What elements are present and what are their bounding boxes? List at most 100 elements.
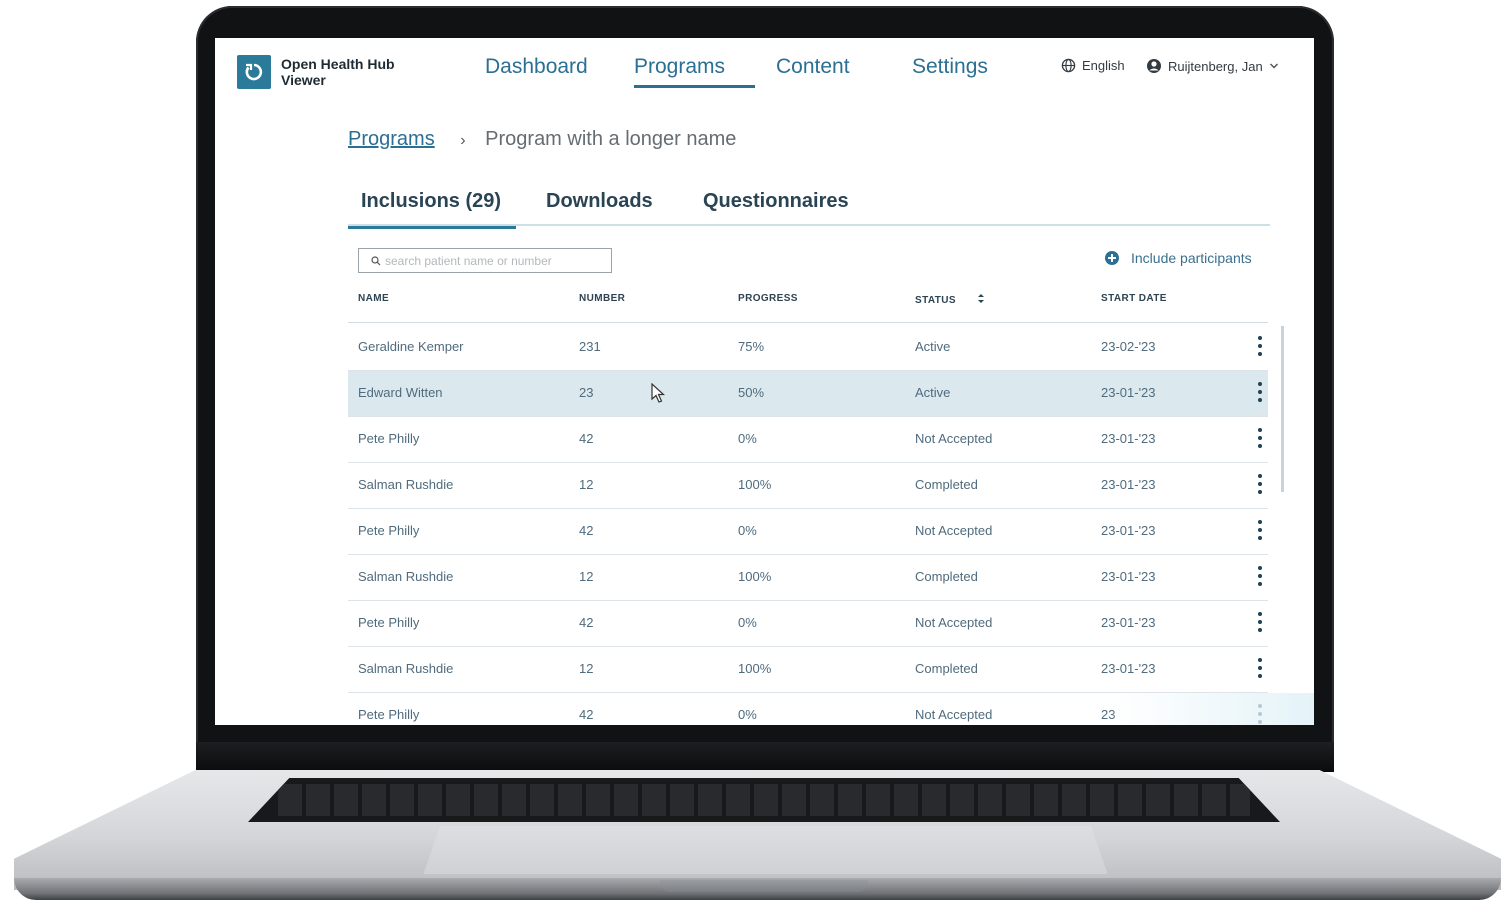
user-circle-icon: [1147, 59, 1161, 73]
breadcrumb-separator: ›: [460, 132, 466, 149]
column-header-number[interactable]: NUMBER: [579, 293, 625, 304]
kebab-menu-icon[interactable]: [1257, 520, 1263, 544]
kebab-menu-icon[interactable]: [1257, 382, 1263, 406]
cell-status: Completed: [915, 569, 978, 584]
user-name: Ruijtenberg, Jan: [1168, 58, 1263, 74]
table-row[interactable]: Salman Rushdie 12 100% Completed 23-01-'23: [348, 463, 1268, 509]
cell-number: 23: [579, 385, 594, 400]
column-header-start-date[interactable]: START DATE: [1101, 293, 1167, 304]
kebab-menu-icon[interactable]: [1257, 658, 1263, 682]
search-icon: [371, 255, 381, 265]
cell-status: Active: [915, 385, 951, 400]
kebab-menu-icon[interactable]: [1257, 428, 1263, 452]
globe-icon: [1061, 58, 1076, 73]
cell-name: Salman Rushdie: [358, 477, 454, 492]
cell-progress: 100%: [738, 661, 772, 676]
kebab-menu-icon[interactable]: [1257, 566, 1263, 590]
program-tabs: Inclusions (29) Downloads Questionnaires: [347, 188, 1270, 229]
cell-start: 23-01-'23: [1101, 523, 1156, 538]
column-header-name[interactable]: NAME: [358, 293, 389, 304]
table-row[interactable]: Salman Rushdie 12 100% Completed 23-01-'23: [348, 647, 1268, 693]
breadcrumb-programs-link[interactable]: Programs: [348, 128, 435, 150]
refresh-circle-icon[interactable]: [237, 55, 271, 89]
include-participants-button[interactable]: Include participants: [1105, 250, 1252, 266]
cell-progress: 0%: [738, 707, 757, 722]
nav-content[interactable]: Content: [776, 55, 850, 79]
cell-name: Edward Witten: [358, 385, 443, 400]
cell-status: Active: [915, 339, 951, 354]
breadcrumb: Programs › Program with a longer name: [348, 128, 736, 151]
cell-start: 23-01-'23: [1101, 661, 1156, 676]
column-header-status-label: STATUS: [915, 295, 956, 306]
cell-number: 42: [579, 615, 594, 630]
screen-fade-overlay: [1113, 693, 1314, 725]
column-header-status[interactable]: STATUS: [915, 293, 985, 306]
tab-questionnaires[interactable]: Questionnaires: [703, 190, 849, 213]
column-header-progress[interactable]: PROGRESS: [738, 293, 798, 304]
language-label: English: [1082, 58, 1125, 73]
cell-number: 12: [579, 661, 594, 676]
plus-circle-icon: [1105, 251, 1119, 265]
cell-start: 23-01-'23: [1101, 615, 1156, 630]
table-row[interactable]: Pete Philly 42 0% Not Accepted 23-01-'23: [348, 417, 1268, 463]
cell-name: Pete Philly: [358, 523, 420, 538]
nav-settings[interactable]: Settings: [912, 55, 988, 79]
cell-number: 12: [579, 477, 594, 492]
cell-progress: 100%: [738, 569, 772, 584]
cell-name: Salman Rushdie: [358, 569, 454, 584]
cell-number: 42: [579, 431, 594, 446]
cell-progress: 0%: [738, 431, 757, 446]
tab-inclusions[interactable]: Inclusions (29): [347, 190, 517, 229]
kebab-menu-icon[interactable]: [1257, 336, 1263, 360]
tab-downloads[interactable]: Downloads: [546, 190, 653, 213]
breadcrumb-current: Program with a longer name: [485, 128, 737, 150]
table-row[interactable]: Geraldine Kemper 231 75% Active 23-02-'23: [348, 325, 1268, 371]
laptop-bezel-chin: [196, 742, 1334, 772]
table-row[interactable]: Salman Rushdie 12 100% Completed 23-01-'23: [348, 555, 1268, 601]
include-participants-label: Include participants: [1131, 250, 1252, 266]
app-screen: Open Health Hub Viewer Dashboard Program…: [215, 38, 1314, 725]
cell-number: 42: [579, 707, 594, 722]
cell-status: Completed: [915, 477, 978, 492]
cell-name: Pete Philly: [358, 615, 420, 630]
sort-icon[interactable]: [977, 293, 985, 304]
laptop-keyboard: [248, 778, 1280, 822]
table-header-divider: [348, 322, 1268, 323]
chevron-down-icon[interactable]: [1269, 62, 1279, 70]
mouse-cursor-icon: [651, 383, 666, 403]
cell-name: Pete Philly: [358, 707, 420, 722]
nav-programs[interactable]: Programs: [634, 55, 756, 88]
cell-progress: 50%: [738, 385, 765, 400]
search-input[interactable]: [385, 253, 605, 268]
app-name: Open Health Hub Viewer: [281, 56, 395, 88]
search-box: [358, 248, 612, 273]
nav-dashboard[interactable]: Dashboard: [485, 55, 588, 79]
table-row[interactable]: Pete Philly 42 0% Not Accepted 23-01-'23: [348, 509, 1268, 555]
cell-progress: 0%: [738, 615, 757, 630]
kebab-menu-icon[interactable]: [1257, 612, 1263, 636]
language-selector[interactable]: English: [1061, 58, 1125, 73]
cell-progress: 75%: [738, 339, 765, 354]
cell-name: Pete Philly: [358, 431, 420, 446]
cell-number: 231: [579, 339, 601, 354]
cell-start: 23-01-'23: [1101, 477, 1156, 492]
laptop-trackpad: [423, 826, 1108, 875]
cell-status: Not Accepted: [915, 707, 993, 722]
table-row[interactable]: Edward Witten 23 50% Active 23-01-'23: [348, 371, 1268, 417]
table-scrollbar[interactable]: [1281, 326, 1284, 492]
table-row[interactable]: Pete Philly 42 0% Not Accepted 23-01-'23: [348, 601, 1268, 647]
cell-number: 42: [579, 523, 594, 538]
cell-status: Not Accepted: [915, 431, 993, 446]
cell-start: 23-01-'23: [1101, 385, 1156, 400]
cell-progress: 0%: [738, 523, 757, 538]
top-navigation-bar: Open Health Hub Viewer Dashboard Program…: [215, 38, 1314, 98]
cell-start: 23-01-'23: [1101, 431, 1156, 446]
cell-name: Salman Rushdie: [358, 661, 454, 676]
cell-number: 12: [579, 569, 594, 584]
cell-start: 23-02-'23: [1101, 339, 1156, 354]
cell-start: 23-01-'23: [1101, 569, 1156, 584]
cell-status: Not Accepted: [915, 615, 993, 630]
cell-status: Completed: [915, 661, 978, 676]
kebab-menu-icon[interactable]: [1257, 474, 1263, 498]
user-menu[interactable]: Ruijtenberg, Jan: [1146, 58, 1279, 74]
